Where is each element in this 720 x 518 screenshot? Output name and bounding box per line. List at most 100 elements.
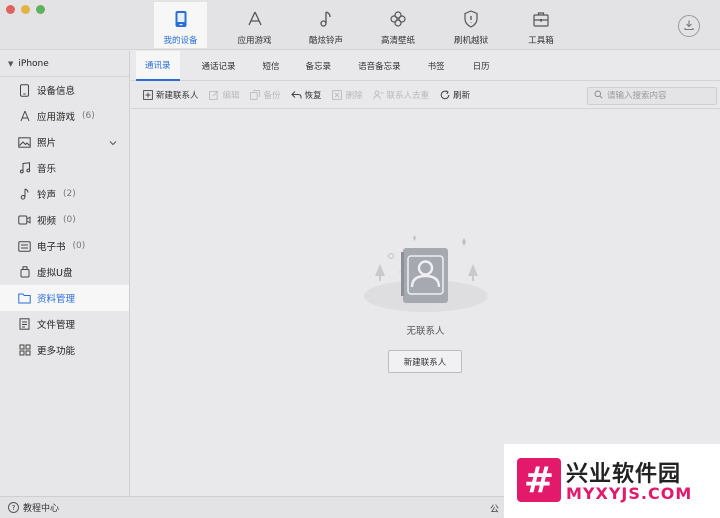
sidebar-item-label: 照片 <box>37 138 57 149</box>
sidebar-list: 设备信息 应用游戏 (6) 照片 音乐 铃声 (2) 视频 (0) 电子书 (0… <box>0 77 129 363</box>
search-input[interactable] <box>607 91 716 101</box>
nav-ringtones[interactable]: 酷炫铃声 <box>292 2 360 48</box>
backup-icon <box>250 89 261 100</box>
close-window-button[interactable] <box>6 5 15 14</box>
device-name: iPhone <box>18 58 49 69</box>
new-contact-action[interactable]: 新建联系人 <box>142 89 199 101</box>
tab-contacts[interactable]: 通讯录 <box>136 50 180 81</box>
watermark-logo: # <box>517 458 561 502</box>
help-center-link[interactable]: ? 教程中心 <box>8 501 59 514</box>
sidebar-item-label: 电子书 <box>37 242 66 253</box>
refresh-action[interactable]: 刷新 <box>439 89 470 101</box>
dedupe-contacts-action[interactable]: 联系人去重 <box>372 89 430 101</box>
sidebar-item-label: 音乐 <box>37 164 57 175</box>
nav-apps-games[interactable]: 应用游戏 <box>217 2 292 48</box>
footer-right-text: 公 <box>490 505 500 515</box>
toolbox-icon <box>531 9 551 29</box>
watermark: # 兴业软件园 MYXYJS.COM <box>504 444 720 518</box>
sidebar-item-file-management[interactable]: 文件管理 <box>0 311 129 337</box>
sidebar-item-count: (0) <box>72 241 86 251</box>
sidebar: ▼ iPhone 设备信息 应用游戏 (6) 照片 音乐 铃声 (2) 视频 (… <box>0 51 130 496</box>
nav-toolbox[interactable]: 工具箱 <box>506 2 576 48</box>
video-icon <box>18 214 31 227</box>
app-store-icon <box>245 9 265 29</box>
sidebar-item-label: 文件管理 <box>37 320 76 331</box>
file-icon <box>18 318 31 331</box>
delete-action[interactable]: 删除 <box>332 89 363 101</box>
tab-call-log[interactable]: 通话记录 <box>202 51 236 81</box>
restore-action[interactable]: 恢复 <box>290 89 322 101</box>
nav-label: 刷机越狱 <box>453 36 488 46</box>
dedupe-icon <box>372 89 384 100</box>
nav-label: 酷炫铃声 <box>308 36 343 46</box>
device-header[interactable]: ▼ iPhone <box>0 51 129 77</box>
flower-icon <box>388 9 408 29</box>
sidebar-item-count: (0) <box>63 215 76 225</box>
nav-label: 我的设备 <box>163 36 198 46</box>
refresh-icon <box>439 89 450 100</box>
sidebar-item-label: 虚拟U盘 <box>37 268 73 279</box>
delete-icon <box>332 89 343 100</box>
tab-notes[interactable]: 备忘录 <box>306 51 332 81</box>
ringtone-icon <box>18 188 31 201</box>
tab-voice-memos[interactable]: 语音备忘录 <box>358 51 401 81</box>
music-note-icon <box>316 9 336 29</box>
sidebar-item-label: 设备信息 <box>37 86 76 97</box>
search-box[interactable] <box>587 87 717 105</box>
watermark-url: MYXYJS.COM <box>566 484 693 503</box>
backup-action[interactable]: 备份 <box>250 89 281 101</box>
empty-message: 无联系人 <box>406 326 445 337</box>
sidebar-item-virtual-udisk[interactable]: 虚拟U盘 <box>0 259 129 285</box>
nav-label: 工具箱 <box>528 36 554 46</box>
sidebar-item-apps-games[interactable]: 应用游戏 (6) <box>0 103 129 129</box>
data-tabs: 通讯录 通话记录 短信 备忘录 语音备忘录 书签 日历 <box>131 50 720 81</box>
photo-icon <box>18 136 31 149</box>
action-bar: 新建联系人 编辑 备份 恢复 删除 联系人去重 刷新 <box>131 81 720 109</box>
usb-drive-icon <box>18 266 31 279</box>
action-label: 联系人去重 <box>386 90 430 101</box>
sidebar-item-label: 应用游戏 <box>37 112 76 123</box>
sidebar-item-videos[interactable]: 视频 (0) <box>0 207 129 233</box>
new-contact-button[interactable]: 新建联系人 <box>388 350 462 373</box>
folder-icon <box>18 292 31 305</box>
zoom-window-button[interactable] <box>36 5 45 14</box>
app-store-icon <box>18 110 31 123</box>
sidebar-item-data-management[interactable]: 资料管理 <box>0 285 129 311</box>
tab-calendar[interactable]: 日历 <box>473 51 490 81</box>
tab-bookmarks[interactable]: 书签 <box>428 51 445 81</box>
main-content: 通讯录 通话记录 短信 备忘录 语音备忘录 书签 日历 新建联系人 编辑 备份 … <box>131 50 720 496</box>
action-label: 编辑 <box>222 90 240 101</box>
action-label: 新建联系人 <box>156 90 199 101</box>
sidebar-item-more-features[interactable]: 更多功能 <box>0 337 129 363</box>
tab-sms[interactable]: 短信 <box>263 51 280 81</box>
nav-label: 应用游戏 <box>237 36 272 46</box>
grid-icon <box>18 344 31 357</box>
nav-wallpapers[interactable]: 高清壁纸 <box>360 2 436 48</box>
edit-action[interactable]: 编辑 <box>209 89 240 101</box>
nav-label: 高清壁纸 <box>380 36 415 46</box>
add-contact-icon <box>142 89 153 100</box>
sidebar-item-music[interactable]: 音乐 <box>0 155 129 181</box>
sidebar-item-count: (6) <box>82 111 95 121</box>
sidebar-item-label: 视频 <box>37 216 57 227</box>
sidebar-item-ringtones[interactable]: 铃声 (2) <box>0 181 129 207</box>
nav-my-device[interactable]: 我的设备 <box>154 2 207 48</box>
help-icon: ? <box>8 502 19 513</box>
help-label: 教程中心 <box>23 504 60 514</box>
action-label: 删除 <box>345 90 363 101</box>
sidebar-item-photos[interactable]: 照片 <box>0 129 129 155</box>
edit-icon <box>209 89 220 100</box>
shield-icon <box>461 9 481 29</box>
action-label: 备份 <box>263 90 281 101</box>
nav-flash-jailbreak[interactable]: 刷机越狱 <box>436 2 506 48</box>
sidebar-item-label: 铃声 <box>37 190 57 201</box>
action-label: 恢复 <box>304 90 322 101</box>
download-icon <box>683 19 695 34</box>
download-button[interactable] <box>678 15 700 37</box>
phone-icon <box>171 9 191 29</box>
minimize-window-button[interactable] <box>21 5 30 14</box>
sidebar-item-device-info[interactable]: 设备信息 <box>0 77 129 103</box>
chevron-down-icon[interactable] <box>109 138 117 149</box>
sidebar-item-ebooks[interactable]: 电子书 (0) <box>0 233 129 259</box>
music-icon <box>18 162 31 175</box>
